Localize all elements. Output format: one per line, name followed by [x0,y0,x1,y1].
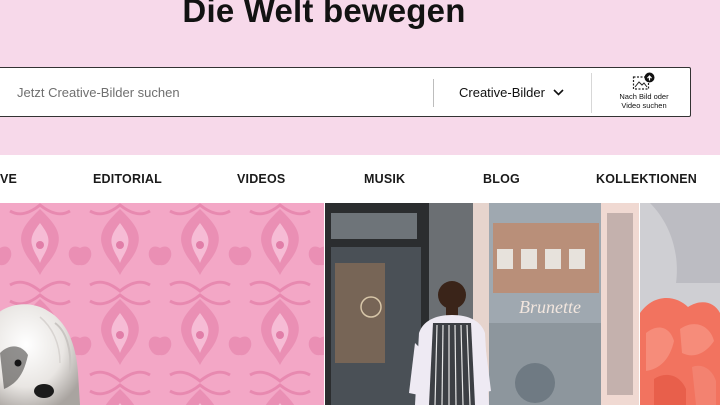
cafe-photo-illustration: Brunette [325,203,639,405]
search-bar: Creative-Bilder Nach Bild oder Video suc… [0,67,691,117]
mushroom-photo-illustration [640,203,720,405]
tab-editorial[interactable]: EDITORIAL [93,172,162,186]
visual-search-label: Nach Bild oder Video suchen [619,92,668,110]
content-type-label: Creative-Bilder [459,84,545,100]
image-search-icon [632,72,655,90]
chevron-down-icon [553,88,564,96]
hero-title: Die Welt bewegen [182,0,466,29]
photo-dog-pink-wallpaper[interactable] [0,203,324,405]
visual-search-label-line2: Video suchen [621,100,667,110]
hero-banner: Die Welt bewegen Creative-Bilder Nach Bi… [0,0,720,155]
search-divider [591,73,592,113]
photo-man-cafe[interactable]: Brunette [325,203,639,405]
photo-coral-mushrooms[interactable] [640,203,720,405]
content-type-dropdown[interactable]: Creative-Bilder [459,68,564,116]
tab-creative[interactable]: VE [0,172,18,209]
tab-creative-label: VE [0,172,18,186]
dog-photo-illustration [0,203,324,405]
search-input[interactable] [17,68,417,116]
tab-blog[interactable]: BLOG [483,172,520,186]
cafe-sign-text: Brunette [519,297,581,317]
tab-videos[interactable]: VIDEOS [237,172,285,186]
tab-musik[interactable]: MUSIK [364,172,405,186]
tab-kollektionen[interactable]: KOLLEKTIONEN [596,172,697,186]
photo-mosaic: Brunette [0,203,720,405]
visual-search-button[interactable]: Nach Bild oder Video suchen [599,71,689,115]
category-tabs: VE EDITORIAL VIDEOS MUSIK BLOG KOLLEKTIO… [0,155,720,209]
search-divider [433,79,434,107]
